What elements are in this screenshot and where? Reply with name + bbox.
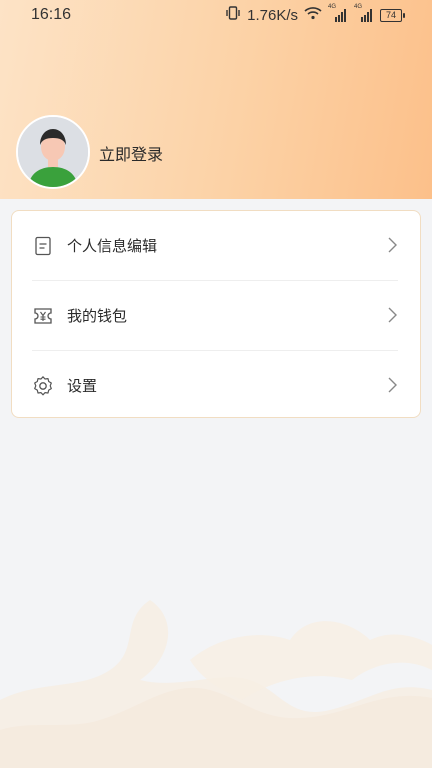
document-icon [32, 235, 54, 257]
avatar[interactable] [16, 115, 90, 189]
status-time: 16:16 [31, 6, 72, 23]
status-bar: 16:16 1.76K/s 4G 4G 74 [0, 0, 432, 30]
cloud-decoration [0, 600, 432, 768]
menu-item-label: 个人信息编辑 [67, 237, 158, 255]
wallet-icon [32, 305, 54, 327]
wifi-icon [304, 6, 322, 24]
chevron-right-icon [386, 376, 398, 394]
chevron-right-icon [386, 236, 398, 254]
chevron-right-icon [386, 306, 398, 324]
menu-card: 个人信息编辑 我的钱包 设置 [11, 210, 421, 418]
gear-icon [32, 375, 54, 397]
user-avatar-icon [18, 117, 88, 187]
menu-item-wallet[interactable]: 我的钱包 [12, 281, 420, 351]
menu-item-label: 设置 [67, 377, 98, 395]
signal-icon: 4G [328, 4, 348, 22]
login-link[interactable]: 立即登录 [99, 141, 163, 165]
menu-item-profile-edit[interactable]: 个人信息编辑 [12, 211, 420, 281]
menu-item-settings[interactable]: 设置 [12, 351, 420, 421]
signal-icon-2: 4G [354, 4, 374, 22]
status-icons: 1.76K/s 4G 4G 74 [225, 4, 405, 24]
network-speed: 1.76K/s [247, 6, 298, 24]
menu-item-label: 我的钱包 [67, 307, 128, 325]
vibrate-icon [225, 6, 241, 24]
battery-indicator: 74 [380, 8, 405, 22]
